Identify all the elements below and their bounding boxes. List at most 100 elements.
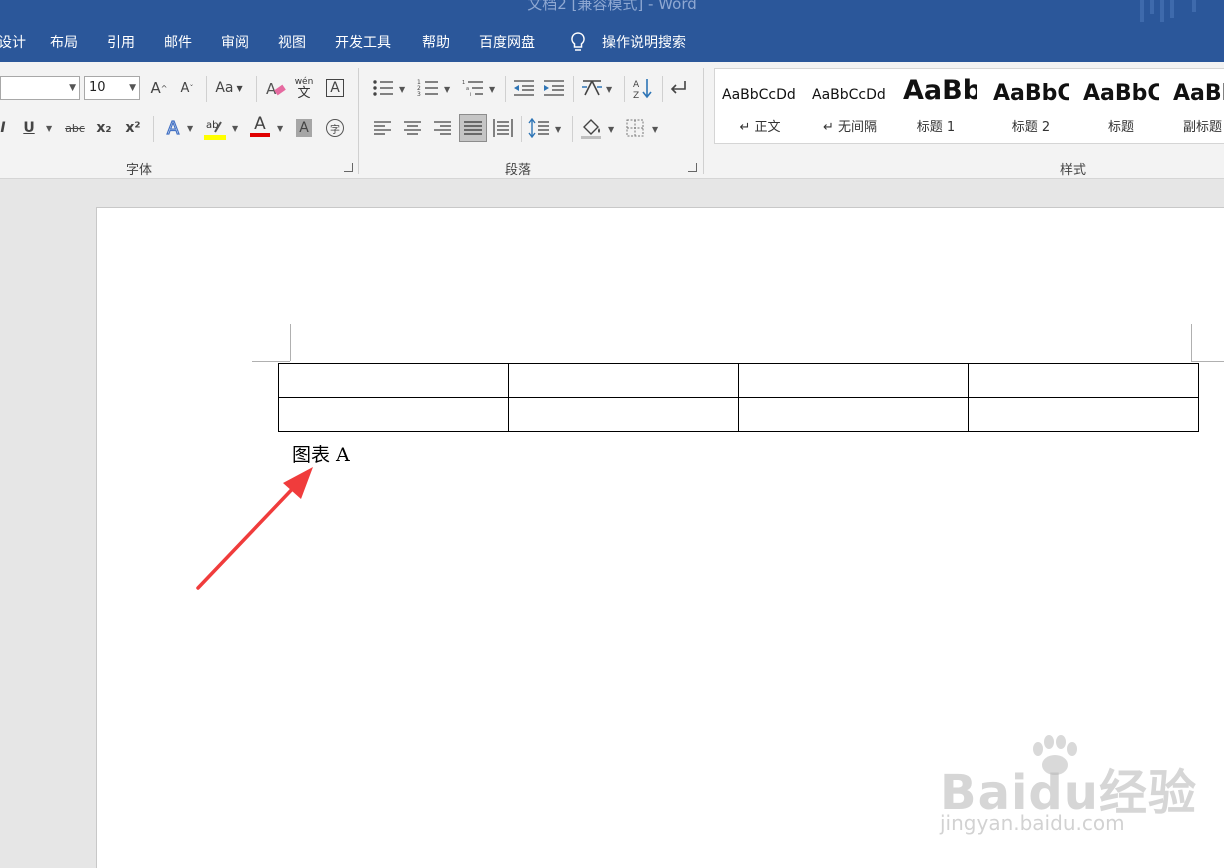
style-name: 副标题 [1183, 120, 1223, 135]
character-border-icon: A [326, 79, 344, 97]
chevron-down-icon[interactable]: ▼ [555, 125, 561, 134]
bullets-icon[interactable] [372, 79, 394, 97]
tab-references[interactable]: 引用 [107, 32, 135, 52]
style-preview: AaBbCcDd [812, 87, 886, 103]
chevron-down-icon[interactable]: ▼ [489, 85, 495, 94]
style-heading-1[interactable]: AaBb 标题 1 [895, 69, 977, 143]
show-paragraph-marks-icon[interactable] [668, 80, 688, 96]
style-preview: AaBbC [993, 81, 1069, 106]
table-cell[interactable] [508, 363, 739, 398]
table-cell[interactable] [508, 397, 739, 432]
underline-icon: U [23, 120, 35, 136]
table-cell[interactable] [278, 363, 509, 398]
phonetic-guide-button[interactable]: wén 文 [291, 75, 317, 101]
svg-text:1: 1 [462, 80, 465, 86]
style-subtitle[interactable]: AaBb 副标题 [1173, 69, 1224, 143]
strikethrough-button[interactable]: abc [60, 115, 90, 141]
style-heading-2[interactable]: AaBbC 标题 2 [993, 69, 1069, 143]
divider [206, 76, 207, 102]
document-table[interactable] [278, 363, 1199, 432]
font-name-combobox[interactable]: ▼ [0, 76, 80, 100]
font-color-icon: A [254, 113, 266, 134]
chevron-down-icon[interactable]: ▼ [277, 124, 283, 133]
justify-icon [464, 121, 482, 135]
chevron-down-icon[interactable]: ▼ [187, 124, 193, 133]
style-name: 标题 1 [916, 120, 956, 135]
tab-baidu-netdisk[interactable]: 百度网盘 [479, 32, 535, 52]
shrink-font-button[interactable]: Aˇ [174, 75, 200, 101]
decrease-indent-icon[interactable] [513, 79, 535, 97]
svg-text:a: a [466, 86, 469, 92]
style-no-spacing[interactable]: AaBbCcDd ↵ 无间隔 [805, 69, 895, 143]
divider [573, 76, 574, 102]
style-normal[interactable]: AaBbCcDd ↵ 正文 [715, 69, 805, 143]
style-title[interactable]: AaBbC 标题 [1083, 69, 1159, 143]
svg-text:A: A [266, 80, 277, 98]
font-dialog-launcher-icon[interactable] [344, 163, 353, 172]
chevron-down-icon[interactable]: ▼ [46, 124, 52, 133]
enclose-characters-button[interactable]: 字 [322, 115, 348, 141]
change-case-button[interactable]: Aa ▼ [212, 75, 246, 101]
grow-font-button[interactable]: A ^ [146, 75, 172, 101]
character-border-button[interactable]: A [322, 75, 348, 101]
chevron-down-icon[interactable]: ▼ [444, 85, 450, 94]
tab-review[interactable]: 审阅 [221, 32, 249, 52]
table-cell[interactable] [738, 397, 969, 432]
table-row [278, 397, 1199, 432]
style-name: ↵ 无间隔 [822, 120, 878, 135]
tell-me-search[interactable]: 操作说明搜索 [602, 32, 686, 52]
tab-layout[interactable]: 布局 [50, 32, 78, 52]
borders-icon[interactable] [626, 119, 644, 137]
justify-button[interactable] [459, 114, 487, 142]
lightbulb-icon[interactable] [570, 32, 586, 54]
clear-formatting-icon[interactable]: A [265, 79, 287, 99]
tab-view[interactable]: 视图 [278, 32, 306, 52]
table-cell[interactable] [738, 363, 969, 398]
table-cell[interactable] [968, 363, 1199, 398]
chinese-layout-icon[interactable] [581, 78, 603, 98]
line-spacing-icon[interactable] [528, 118, 550, 138]
italic-button[interactable]: I [0, 115, 16, 141]
chevron-down-icon[interactable]: ▼ [232, 124, 238, 133]
font-size-value: 10 [89, 80, 106, 95]
table-cell[interactable] [278, 397, 509, 432]
font-size-combobox[interactable]: 10 ▼ [84, 76, 140, 100]
divider [624, 76, 625, 102]
highlight-icon[interactable]: ab [203, 117, 227, 141]
divider [521, 116, 522, 142]
chevron-down-icon: ▼ [69, 83, 76, 93]
shading-bucket-icon[interactable] [580, 117, 604, 139]
superscript-button[interactable]: x² [120, 115, 146, 141]
tab-help[interactable]: 帮助 [422, 32, 450, 52]
chevron-down-icon[interactable]: ▼ [399, 85, 405, 94]
underline-button[interactable]: U [16, 115, 42, 141]
chevron-down-icon[interactable]: ▼ [606, 85, 612, 94]
chevron-down-icon[interactable]: ▼ [652, 125, 658, 134]
tab-developer[interactable]: 开发工具 [335, 32, 391, 52]
tab-design[interactable]: 设计 [0, 32, 26, 52]
watermark-url: jingyan.baidu.com [940, 811, 1125, 835]
baidu-watermark: Baidu经验 jingyan.baidu.com [940, 735, 1196, 845]
subscript-button[interactable]: x₂ [91, 115, 117, 141]
numbering-icon[interactable]: 123 [417, 79, 439, 97]
enclose-characters-icon: 字 [326, 119, 344, 137]
style-name: ↵ 正文 [739, 120, 781, 135]
increase-indent-icon[interactable] [543, 79, 565, 97]
align-center-icon[interactable] [404, 120, 422, 136]
font-color-button[interactable]: A [247, 113, 273, 139]
margin-mark [1191, 361, 1224, 362]
multilevel-list-icon[interactable]: 1ai [462, 79, 484, 97]
table-cell[interactable] [968, 397, 1199, 432]
distributed-icon[interactable] [493, 118, 513, 138]
tab-mailings[interactable]: 邮件 [164, 32, 192, 52]
sort-icon[interactable]: A Z [632, 77, 654, 99]
align-right-icon[interactable] [434, 120, 452, 136]
chevron-down-icon[interactable]: ▼ [608, 125, 614, 134]
align-left-icon[interactable] [374, 120, 392, 136]
text-effects-button[interactable]: A [160, 115, 186, 141]
paragraph-dialog-launcher-icon[interactable] [688, 163, 697, 172]
shrink-font-icon: A [180, 80, 190, 96]
table-row [278, 363, 1199, 398]
character-shading-button[interactable]: A [291, 115, 317, 141]
margin-mark [1191, 324, 1192, 361]
